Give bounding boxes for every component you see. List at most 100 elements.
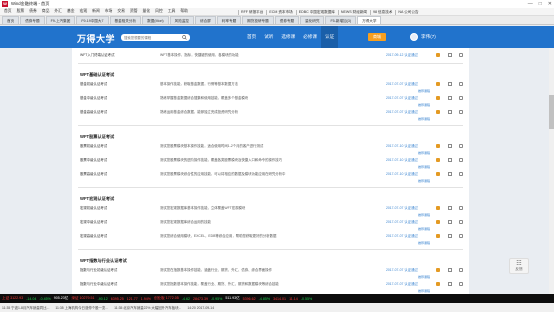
status-message[interactable]: 11:35 宁波1-8月汽车销量同比... [2,305,49,310]
certificate-icon[interactable] [436,268,440,272]
print-icon[interactable] [448,234,452,238]
print-icon[interactable] [448,206,452,210]
tab-item[interactable]: 风险监控 [169,16,195,24]
certificate-icon[interactable] [436,234,440,238]
document-icon[interactable] [459,82,463,86]
document-icon[interactable] [459,268,463,272]
exam-name[interactable]: 宏观中级认证考试 [80,219,107,226]
tab-item[interactable]: 数据(Mori) [142,16,169,24]
recommended-course-link[interactable]: 推荐课程 [418,178,430,185]
nav-item[interactable]: 试听 [260,26,277,48]
recommended-course-link[interactable]: 推荐课程 [418,212,430,219]
document-icon[interactable] [459,234,463,238]
document-icon[interactable] [459,220,463,224]
menu-item[interactable]: 股票 [17,9,25,14]
tab-item[interactable]: 期货投研专题 [242,16,274,24]
close-button[interactable]: ✕ [548,1,552,7]
document-icon[interactable] [459,144,463,148]
quick-link[interactable]: 98 信息技术 [370,9,392,15]
document-icon[interactable] [459,158,463,162]
recommended-course-link[interactable]: 推荐课程 [418,102,430,109]
user-name[interactable]: 李伟(7) [421,34,436,40]
certificate-icon[interactable] [436,282,440,286]
nav-item[interactable]: 首页 [243,26,260,48]
exam-name[interactable]: 指数与行业初级认证考试 [80,267,117,274]
print-icon[interactable] [448,268,452,272]
recommended-course-link[interactable]: 推荐课程 [418,116,430,123]
document-icon[interactable] [459,206,463,210]
print-icon[interactable] [448,96,452,100]
recommended-course-link[interactable]: 推荐课程 [418,240,430,247]
menu-item[interactable]: 交易 [117,9,125,14]
search-input[interactable] [121,34,190,41]
avatar[interactable] [410,33,418,41]
document-icon[interactable] [459,172,463,176]
menu-item[interactable]: 首页 [4,9,12,14]
quick-link[interactable]: RFF 研报平台 [238,9,263,15]
certificate-icon[interactable] [436,158,440,162]
print-icon[interactable] [448,53,452,57]
tab-item[interactable]: 量化研究 [300,16,325,24]
status-message[interactable]: 11:35 北京汽车销量22% 大幅回升汽车板块... [114,305,181,310]
recommended-course-link[interactable]: 推荐课程 [418,164,430,171]
recommended-course-link[interactable]: 推荐课程 [418,150,430,157]
tab-item[interactable]: 利率专题 [216,16,242,24]
quick-link[interactable]: EDBC 中国宏观数据库 [295,9,335,15]
menu-item[interactable]: 基金 [67,9,75,14]
scrollbar[interactable] [549,48,554,294]
menu-item[interactable]: 新闻 [92,9,100,14]
menu-item[interactable]: 风控 [155,9,163,14]
brand-logo[interactable]: 万得大学 [77,32,115,45]
menu-item[interactable]: 市场 [105,9,113,14]
certificate-icon[interactable] [436,220,440,224]
status-message[interactable]: 14:20 2017-09-14 [187,306,214,310]
certificate-icon[interactable] [436,144,440,148]
certificate-icon[interactable] [436,110,440,114]
exam-name[interactable]: 基金中级认证考试 [80,95,107,102]
recommended-course-link[interactable]: 推荐课程 [418,226,430,233]
exam-name[interactable]: WFT入门终端认证考试 [80,52,114,59]
menu-item[interactable]: 债券 [29,9,37,14]
tab-item[interactable]: F5-新增加(3) [325,16,357,24]
tab-item[interactable]: F9-19中国大7 [76,16,109,24]
status-message[interactable]: 11:35 上海机构今日涨停个股一览... [55,305,108,310]
nav-item[interactable]: 认证 [321,26,339,48]
exam-name[interactable]: 宏观高级认证考试 [80,233,107,240]
search-icon[interactable] [182,35,187,40]
menu-item[interactable]: 量化 [143,9,151,14]
maximize-button[interactable]: □ [539,1,542,7]
print-icon[interactable] [448,220,452,224]
tab-item[interactable]: 债券专题 [20,16,45,24]
tab-item[interactable]: 万得大学 [357,16,382,24]
menu-item[interactable]: 工具 [168,9,176,14]
certificate-icon[interactable] [436,172,440,176]
print-icon[interactable] [448,110,452,114]
document-icon[interactable] [459,53,463,57]
minimize-button[interactable]: — [528,1,533,7]
certificate-icon[interactable] [436,53,440,57]
menu-item[interactable]: 帮助 [180,9,188,14]
certificate-icon[interactable] [436,96,440,100]
feedback-button[interactable]: ☷ 反馈 [509,258,529,274]
exam-name[interactable]: 宏观初级认证考试 [80,205,107,212]
exam-name[interactable]: 股票中级认证考试 [80,157,107,164]
print-icon[interactable] [448,144,452,148]
document-icon[interactable] [459,282,463,286]
certificate-icon[interactable] [436,206,440,210]
exam-name[interactable]: 基金高级认证考试 [80,109,107,116]
tab-item[interactable]: 债券专题 [274,16,300,24]
recommended-course-link[interactable]: 推荐课程 [418,274,430,281]
tab-item[interactable]: 首页 [2,16,20,24]
exam-name[interactable]: 基金初级认证考试 [80,81,107,88]
menu-item[interactable]: 宏观 [80,9,88,14]
tab-item[interactable]: 综合屏 [195,16,216,24]
exam-name[interactable]: 股票高级认证考试 [80,171,107,178]
quick-link[interactable]: NA 公司公告 [395,9,419,15]
nav-item[interactable]: 必修课 [299,26,321,48]
print-icon[interactable] [448,158,452,162]
menu-item[interactable]: 外汇 [54,9,62,14]
print-icon[interactable] [448,172,452,176]
shop-button[interactable]: 商城 [368,33,386,41]
nav-item[interactable]: 选修课 [277,26,299,48]
print-icon[interactable] [448,282,452,286]
